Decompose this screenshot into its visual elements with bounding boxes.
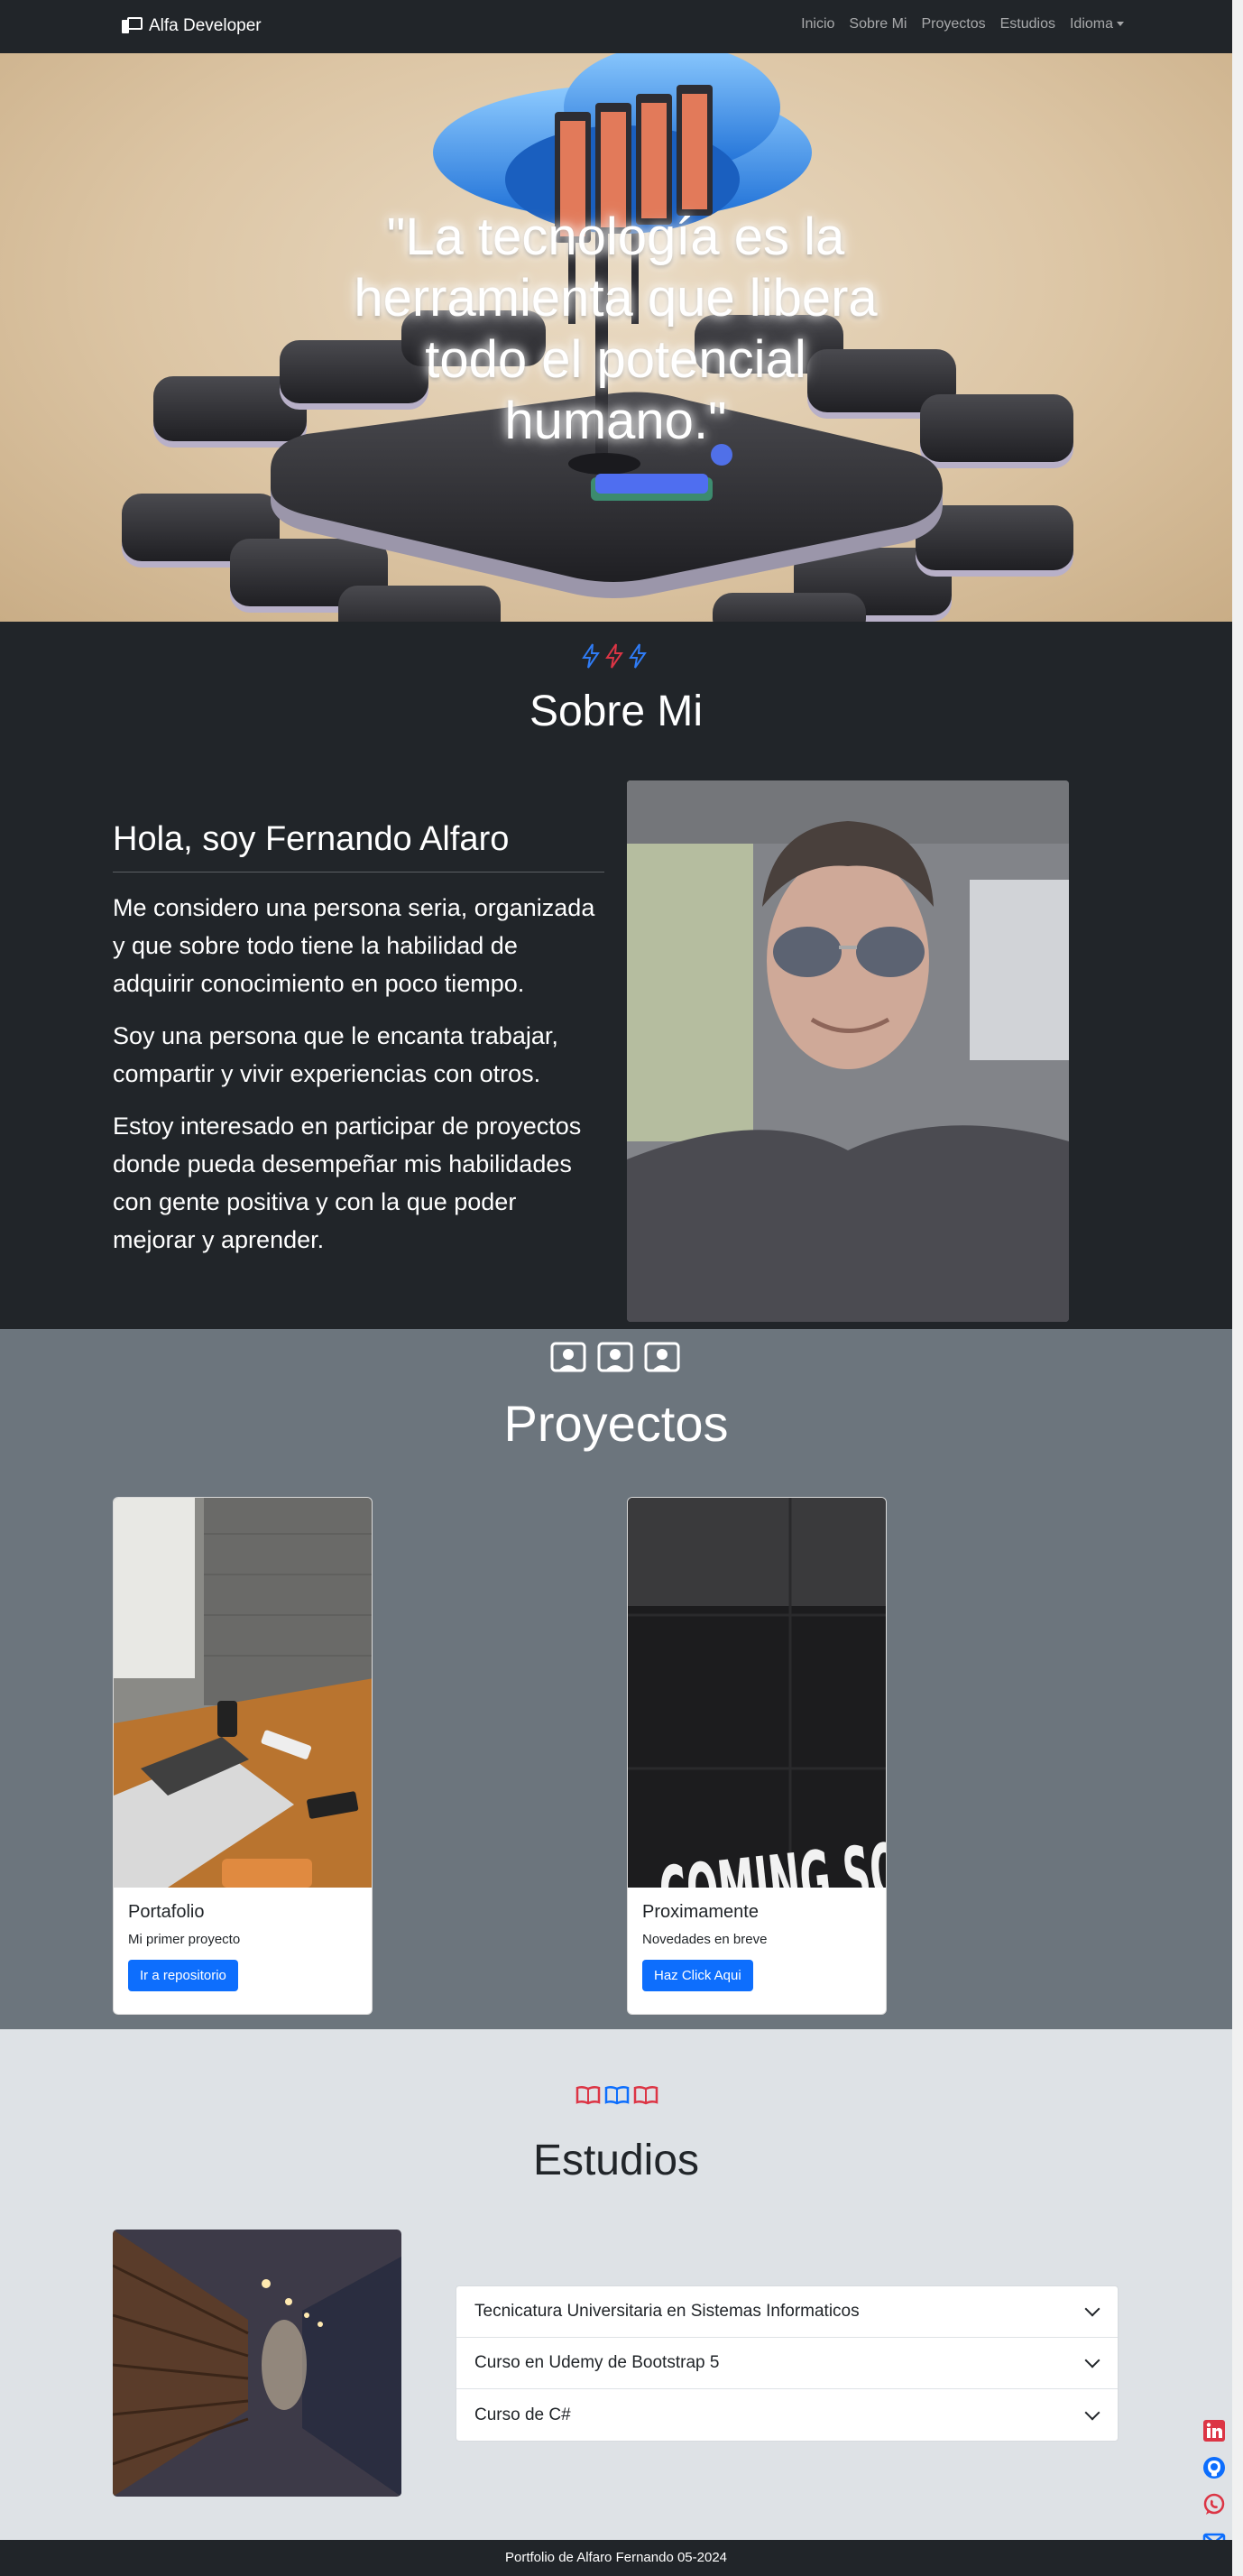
person-video-icon: [597, 1342, 633, 1372]
github-icon[interactable]: [1202, 2456, 1226, 2479]
accordion-item-label: Curso de C#: [474, 2405, 571, 2424]
card-title: Proximamente: [642, 1902, 759, 1922]
library-photo: [113, 2230, 401, 2497]
coming-soon-photo: COMING SOON: [628, 1498, 886, 1888]
repo-button[interactable]: Ir a repositorio: [128, 1960, 238, 1991]
person-video-icon: [644, 1342, 680, 1372]
about-paragraph: Soy una persona que le encanta trabajar,…: [113, 1022, 558, 1087]
accordion-item[interactable]: Curso en Udemy de Bootstrap 5: [456, 2338, 1118, 2389]
idioma-label: Idioma: [1069, 16, 1113, 32]
lightning-icon: [582, 643, 600, 669]
laptop-photo: [114, 1498, 372, 1888]
project-card-portafolio: Portafolio Mi primer proyecto Ir a repos…: [113, 1497, 373, 2015]
accordion-item[interactable]: Tecnicatura Universitaria en Sistemas In…: [456, 2286, 1118, 2338]
lightning-icon: [629, 643, 647, 669]
book-icon: [575, 2085, 601, 2105]
book-icons: [575, 2085, 658, 2105]
lightning-icon: [605, 643, 623, 669]
whatsapp-icon[interactable]: [1202, 2493, 1226, 2516]
nav-links: Inicio Sobre Mi Proyectos Estudios Idiom…: [801, 16, 1124, 32]
lightning-icons: [582, 643, 647, 669]
chevron-down-icon: [1084, 2301, 1100, 2317]
caret-down-icon: [1117, 22, 1124, 27]
studies-title: Estudios: [532, 2137, 700, 2184]
accordion-item-label: Tecnicatura Universitaria en Sistemas In…: [474, 2302, 860, 2321]
project-card-proximamente: COMING SOON Proximamente Novedades en br…: [627, 1497, 887, 2015]
accordion-item[interactable]: Curso de C#: [456, 2389, 1118, 2441]
profile-photo: [627, 780, 1069, 1322]
about-text: Hola, soy Fernando Alfaro Me considero u…: [113, 820, 604, 1273]
nav-proyectos[interactable]: Proyectos: [921, 16, 985, 32]
studies-accordion: Tecnicatura Universitaria en Sistemas In…: [456, 2285, 1119, 2442]
about-section: Sobre Mi Hola, soy Fernando Alfaro Me co…: [0, 622, 1232, 1329]
nav-inicio[interactable]: Inicio: [801, 16, 834, 32]
person-video-icon: [550, 1342, 586, 1372]
card-text: Mi primer proyecto: [128, 1932, 241, 1947]
about-title: Sobre Mi: [529, 688, 704, 735]
page-scrollbar[interactable]: [1232, 0, 1243, 2576]
projects-title: Proyectos: [503, 1395, 729, 1452]
nav-sobre-mi[interactable]: Sobre Mi: [849, 16, 907, 32]
brand-link[interactable]: Alfa Developer: [122, 16, 262, 36]
studies-section: Estudios Tecnicatura Universitaria en Si…: [0, 2029, 1232, 2540]
click-here-button[interactable]: Haz Click Aqui: [642, 1960, 753, 1991]
nav-idioma-dropdown[interactable]: Idioma: [1070, 16, 1124, 32]
about-heading: Hola, soy Fernando Alfaro: [113, 820, 604, 873]
book-icon: [633, 2085, 658, 2105]
accordion-item-label: Curso en Udemy de Bootstrap 5: [474, 2353, 720, 2372]
card-text: Novedades en breve: [642, 1932, 768, 1947]
about-paragraph: Estoy interesado en participar de proyec…: [113, 1113, 582, 1253]
about-paragraph: Me considero una persona seria, organiza…: [113, 894, 595, 997]
social-links: [1202, 2419, 1226, 2553]
projects-section: Proyectos Portafolio Mi primer proyecto …: [0, 1329, 1232, 2029]
navbar: Alfa Developer Inicio Sobre Mi Proyectos…: [0, 0, 1232, 53]
devices-icon: [122, 17, 143, 35]
book-icon: [604, 2085, 630, 2105]
person-badge-icons: [550, 1342, 680, 1376]
chevron-down-icon: [1084, 2352, 1100, 2368]
footer-text: Portfolio de Alfaro Fernando 05-2024: [505, 2550, 727, 2565]
page: Alfa Developer Inicio Sobre Mi Proyectos…: [0, 0, 1232, 2576]
hero-quote: "La tecnología es la herramienta que lib…: [354, 208, 878, 450]
card-title: Portafolio: [128, 1902, 205, 1922]
footer: Portfolio de Alfaro Fernando 05-2024: [0, 2540, 1232, 2576]
hero-banner: "La tecnología es la herramienta que lib…: [0, 53, 1232, 622]
chevron-down-icon: [1084, 2405, 1100, 2420]
linkedin-icon[interactable]: [1202, 2419, 1226, 2442]
nav-estudios[interactable]: Estudios: [1000, 16, 1055, 32]
brand-name: Alfa Developer: [149, 16, 262, 35]
